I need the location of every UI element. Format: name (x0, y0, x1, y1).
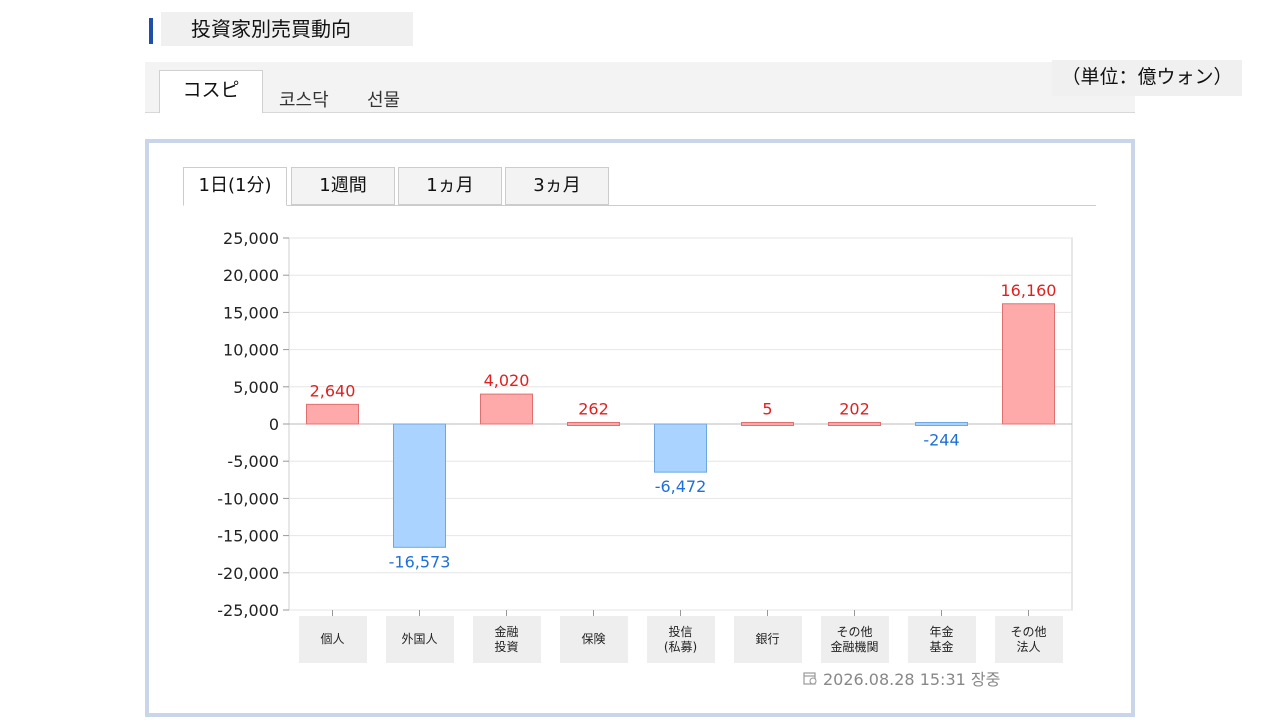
y-tick-label: -10,000 (217, 489, 279, 508)
bar (480, 393, 533, 425)
category-label: 個人 (298, 616, 367, 663)
bar (393, 423, 446, 548)
y-tick-label: -15,000 (217, 527, 279, 546)
bar (1002, 303, 1055, 425)
category-label: 銀行 (733, 616, 802, 663)
data-label: 202 (839, 400, 870, 419)
bar-chart: 25,000 20,000 15,000 10,000 5,000 0 -5,000 -10,… (217, 229, 1073, 620)
category-label: 年金 基金 (907, 616, 976, 663)
y-tick-label: -25,000 (217, 601, 279, 620)
y-tick-label: 15,000 (223, 303, 279, 322)
bar (567, 422, 620, 426)
data-label: 16,160 (1001, 281, 1057, 300)
data-label: -244 (923, 431, 959, 450)
bar (654, 423, 707, 473)
category-label: その他 金融機関 (820, 616, 889, 663)
bar (915, 422, 968, 426)
category-label: その他 法人 (994, 616, 1063, 663)
data-label: 2,640 (310, 381, 356, 400)
bar (741, 422, 794, 426)
data-label: 4,020 (484, 371, 530, 390)
timestamp-text: 2026.08.28 15:31 장중 (823, 670, 1001, 689)
category-label: 投信 (私募) (646, 616, 715, 663)
y-tick-label: 10,000 (223, 341, 279, 360)
data-label: 262 (578, 400, 609, 419)
y-tick-label: 0 (269, 415, 279, 434)
data-label: -6,472 (655, 477, 707, 496)
calendar-icon (803, 672, 817, 685)
data-label: -16,573 (389, 552, 451, 571)
y-tick-label: 20,000 (223, 266, 279, 285)
data-label: 5 (762, 400, 772, 419)
y-tick-label: -20,000 (217, 564, 279, 583)
category-label: 金融 投資 (472, 616, 541, 663)
y-tick-label: 25,000 (223, 229, 279, 248)
timestamp: 2026.08.28 15:31 장중 (803, 666, 1000, 690)
bar (306, 403, 359, 425)
y-tick-label: -5,000 (227, 452, 279, 471)
y-tick-label: 5,000 (233, 378, 279, 397)
bar (828, 422, 881, 426)
category-label: 保険 (559, 616, 628, 663)
category-label: 外国人 (385, 616, 454, 663)
